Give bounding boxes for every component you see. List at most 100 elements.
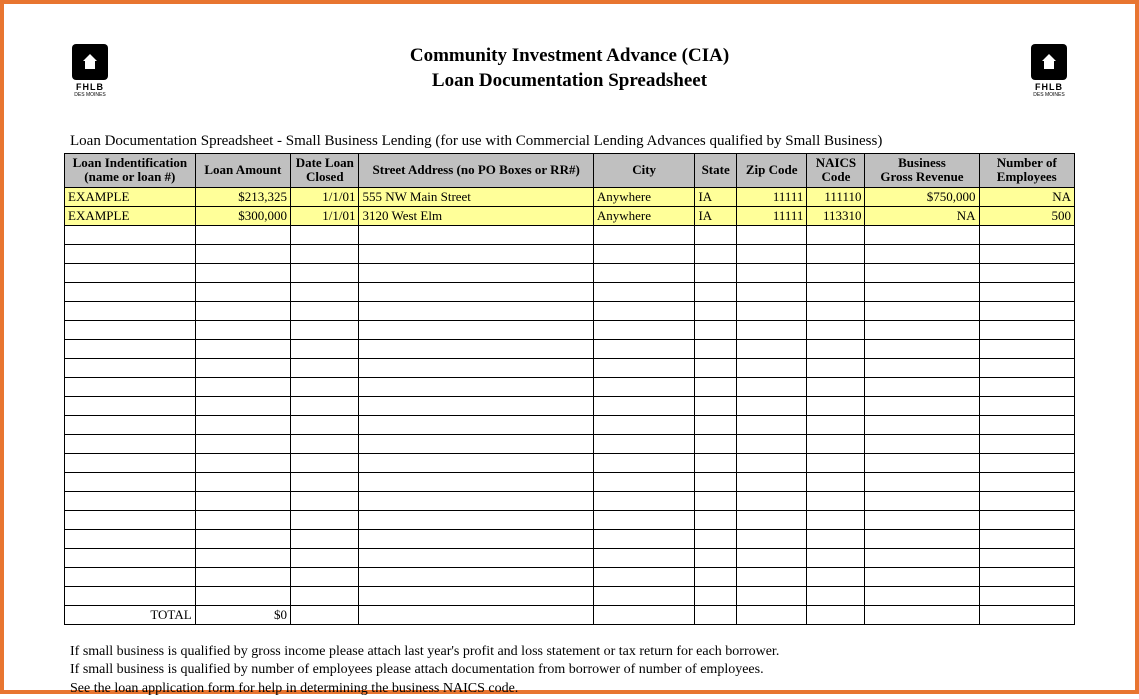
empty-cell: [359, 529, 593, 548]
empty-cell: [65, 320, 196, 339]
cell-state: IA: [695, 187, 736, 206]
col-header-date: Date LoanClosed: [291, 154, 359, 188]
empty-cell: [695, 225, 736, 244]
empty-cell: [195, 415, 290, 434]
empty-cell: [291, 339, 359, 358]
empty-cell: [736, 358, 807, 377]
empty-cell: [359, 263, 593, 282]
empty-cell: [695, 472, 736, 491]
empty-cell: [736, 510, 807, 529]
empty-cell: [695, 586, 736, 605]
cell-naics: 113310: [807, 206, 865, 225]
empty-cell: [736, 453, 807, 472]
table-row-empty: [65, 244, 1075, 263]
empty-cell: [979, 510, 1074, 529]
empty-cell: [65, 225, 196, 244]
cell-street: 3120 West Elm: [359, 206, 593, 225]
empty-cell: [865, 282, 979, 301]
empty-cell: [736, 415, 807, 434]
empty-cell: [695, 453, 736, 472]
title-line-1: Community Investment Advance (CIA): [116, 44, 1023, 69]
empty-cell: [865, 415, 979, 434]
empty-cell: [807, 415, 865, 434]
empty-cell: [865, 244, 979, 263]
empty-cell: [695, 377, 736, 396]
footer-line-1: If small business is qualified by gross …: [70, 643, 1075, 662]
table-row-empty: [65, 472, 1075, 491]
empty-cell: [736, 567, 807, 586]
empty-cell: [65, 377, 196, 396]
empty-cell: [865, 434, 979, 453]
empty-cell: [291, 282, 359, 301]
empty-cell: [865, 396, 979, 415]
cell-employees: NA: [979, 187, 1074, 206]
table-row-empty: [65, 339, 1075, 358]
empty-cell: [979, 301, 1074, 320]
table-row-empty: [65, 453, 1075, 472]
empty-cell: [736, 225, 807, 244]
loan-table: Loan Indentification(name or loan #) Loa…: [64, 153, 1075, 625]
cell-date: 1/1/01: [291, 206, 359, 225]
empty-cell: [65, 244, 196, 263]
empty-cell: [695, 244, 736, 263]
empty-cell: [359, 434, 593, 453]
empty-cell: [695, 358, 736, 377]
empty-cell: [593, 472, 695, 491]
table-row-empty: [65, 225, 1075, 244]
empty-cell: [195, 510, 290, 529]
empty-cell: [593, 491, 695, 510]
empty-cell: [736, 472, 807, 491]
empty-cell: [695, 339, 736, 358]
empty-cell: [65, 434, 196, 453]
empty-cell: [359, 415, 593, 434]
empty-cell: [736, 339, 807, 358]
empty-cell: [865, 605, 979, 624]
empty-cell: [593, 396, 695, 415]
empty-cell: [65, 301, 196, 320]
empty-cell: [65, 586, 196, 605]
empty-cell: [695, 320, 736, 339]
empty-cell: [291, 586, 359, 605]
house-icon: [72, 44, 108, 80]
empty-cell: [195, 339, 290, 358]
empty-cell: [736, 282, 807, 301]
empty-cell: [195, 472, 290, 491]
empty-cell: [979, 434, 1074, 453]
empty-cell: [195, 586, 290, 605]
table-row-empty: [65, 548, 1075, 567]
table-row-empty: [65, 491, 1075, 510]
table-row-empty: [65, 301, 1075, 320]
col-header-street: Street Address (no PO Boxes or RR#): [359, 154, 593, 188]
empty-cell: [736, 396, 807, 415]
empty-cell: [979, 339, 1074, 358]
empty-cell: [807, 244, 865, 263]
empty-cell: [865, 263, 979, 282]
empty-cell: [807, 301, 865, 320]
empty-cell: [291, 510, 359, 529]
house-icon: [1031, 44, 1067, 80]
empty-cell: [359, 301, 593, 320]
empty-cell: [195, 377, 290, 396]
empty-cell: [359, 244, 593, 263]
logo-right: FHLB DES MOINES: [1023, 44, 1075, 98]
empty-cell: [807, 358, 865, 377]
col-header-city: City: [593, 154, 695, 188]
empty-cell: [291, 377, 359, 396]
title-line-2: Loan Documentation Spreadsheet: [116, 69, 1023, 94]
empty-cell: [65, 567, 196, 586]
table-row-empty: [65, 396, 1075, 415]
empty-cell: [291, 415, 359, 434]
table-row-empty: [65, 434, 1075, 453]
empty-cell: [593, 510, 695, 529]
table-row-empty: [65, 377, 1075, 396]
footer-line-3: See the loan application form for help i…: [70, 680, 1075, 699]
empty-cell: [979, 567, 1074, 586]
empty-cell: [291, 453, 359, 472]
col-header-naics: NAICSCode: [807, 154, 865, 188]
empty-cell: [736, 301, 807, 320]
empty-cell: [593, 453, 695, 472]
empty-cell: [807, 567, 865, 586]
empty-cell: [736, 434, 807, 453]
table-body: EXAMPLE$213,3251/1/01555 NW Main StreetA…: [65, 187, 1075, 624]
empty-cell: [359, 586, 593, 605]
